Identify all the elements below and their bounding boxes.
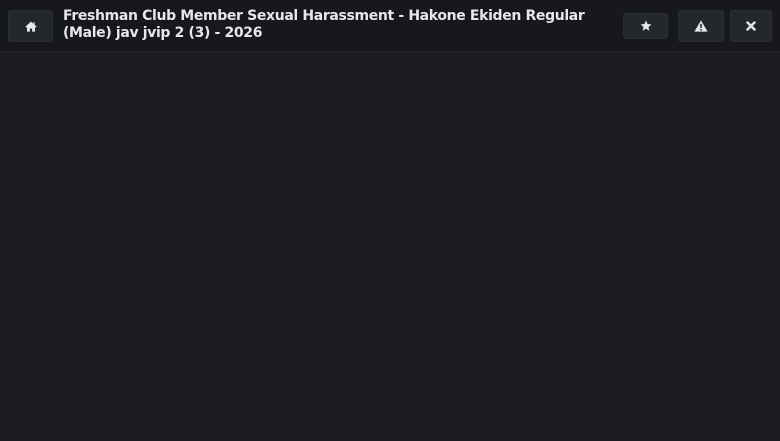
star-icon — [640, 20, 651, 31]
home-icon — [24, 21, 37, 32]
warning-icon — [694, 20, 708, 32]
close-button[interactable] — [730, 10, 772, 42]
content-area — [0, 53, 780, 441]
close-icon — [746, 21, 756, 31]
page-title: Freshman Club Member Sexual Harassment -… — [63, 8, 585, 41]
home-button[interactable] — [8, 10, 53, 42]
favorite-button[interactable] — [623, 13, 668, 39]
top-bar: Freshman Club Member Sexual Harassment -… — [0, 0, 780, 52]
report-button[interactable] — [678, 10, 724, 42]
